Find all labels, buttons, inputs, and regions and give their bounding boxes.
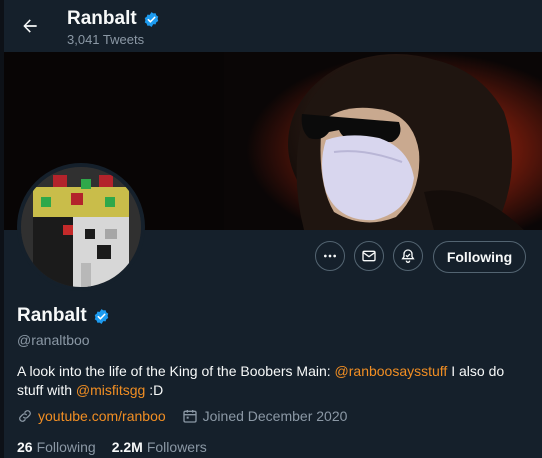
more-button[interactable]	[315, 241, 345, 271]
back-button[interactable]	[14, 10, 46, 42]
profile-bio: A look into the life of the King of the …	[17, 362, 527, 400]
page-title: Ranbalt	[67, 8, 137, 29]
followers-count: 2.2M	[111, 439, 143, 455]
followers-label: Followers	[146, 439, 207, 455]
profile-meta: youtube.com/ranboo Joined December 2020	[17, 408, 363, 424]
mail-icon	[362, 250, 376, 262]
profile-header-bar: Ranbalt 3,041 Tweets	[4, 0, 542, 52]
website-link[interactable]: youtube.com/ranboo	[38, 408, 166, 424]
bell-plus-icon	[401, 249, 415, 263]
arrow-left-icon	[23, 19, 37, 33]
verified-badge-icon	[144, 11, 158, 27]
bio-mention-link[interactable]: @ranboosaysstuff	[335, 363, 448, 379]
verified-badge-icon	[94, 308, 108, 324]
bio-mention-link[interactable]: @misfitsgg	[76, 382, 145, 398]
profile-handle: @ranaltboo	[17, 332, 90, 348]
following-count: 26	[17, 439, 33, 455]
profile-name: Ranbalt	[17, 305, 87, 326]
follow-stats: 26 Following 2.2M Followers	[17, 439, 223, 455]
joined-date: Joined December 2020	[202, 408, 348, 424]
bio-text: A look into the life of the King of the …	[17, 363, 335, 379]
following-button[interactable]: Following	[433, 241, 526, 273]
more-icon	[324, 254, 336, 258]
bio-text: :D	[145, 382, 164, 398]
calendar-icon	[182, 410, 197, 423]
following-count-link[interactable]: 26 Following	[17, 439, 96, 455]
message-button[interactable]	[354, 241, 384, 271]
notifications-button[interactable]	[393, 241, 423, 271]
followers-count-link[interactable]: 2.2M Followers	[112, 439, 207, 455]
link-icon	[19, 410, 31, 422]
following-label: Following	[36, 439, 96, 455]
profile-avatar[interactable]	[17, 163, 145, 291]
tweet-count: 3,041 Tweets	[67, 32, 145, 47]
